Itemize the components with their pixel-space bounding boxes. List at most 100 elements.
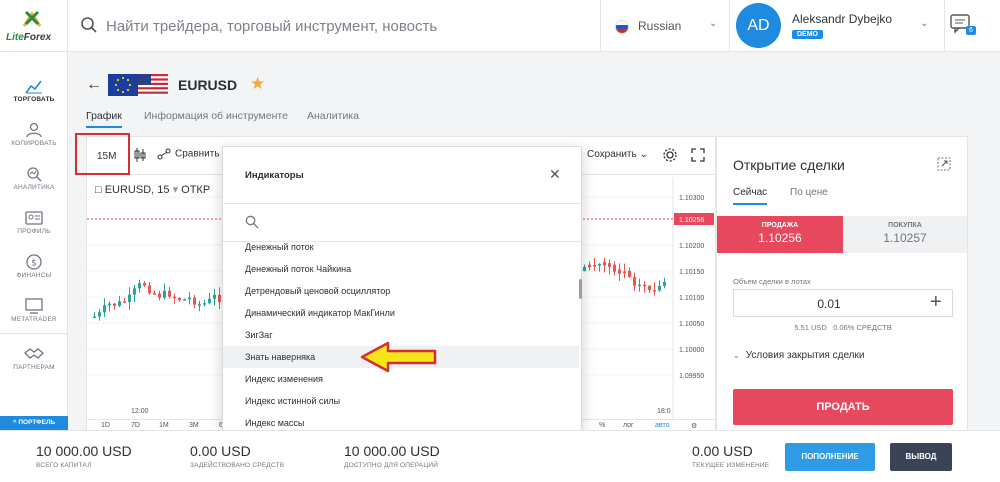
notification-count-badge: 6 [966,26,976,35]
range-3m[interactable]: 3M [189,422,199,429]
candle-body [598,264,601,266]
favorite-star-icon[interactable]: ★ [250,74,265,94]
candle-body [158,293,161,298]
candle-body [123,301,126,303]
search-bar[interactable] [80,14,600,38]
sidebar-item-finance[interactable]: $ ФИНАНСЫ [0,254,68,294]
search-icon[interactable] [245,215,259,229]
save-button[interactable]: Сохранить ⌄ [587,149,648,160]
back-arrow-icon[interactable]: ← [86,76,102,94]
price-tick-label: 1.10000 [679,347,704,354]
sidebar-divider [0,333,68,334]
sell-button[interactable]: ПРОДАТЬ [733,389,953,425]
indicator-list: Денежный поток Денежный поток Чайкина Де… [223,242,581,432]
range-7d[interactable]: 7D [131,422,140,429]
popout-icon[interactable] [937,157,951,171]
candle-body [178,298,181,301]
volume-label: Объем сделки в лотах [733,277,811,286]
log-toggle[interactable]: лог [623,422,634,429]
available-funds-stat: 10 000.00 USD ДОСТУПНО ДЛЯ ОПЕРАЦИЙ [344,443,440,469]
total-capital-stat: 10 000.00 USD ВСЕГО КАПИТАЛ [36,443,132,469]
sidebar-item-partners[interactable]: ПАРТНЕРАМ [0,346,68,386]
range-1m[interactable]: 1M [159,422,169,429]
volume-input[interactable]: 0.01 + [733,289,953,317]
candle-body [148,285,151,294]
order-panel: Открытие сделки Сейчас По цене ПРОДАЖА 1… [716,136,968,432]
list-item[interactable]: Динамический индикатор МакГинли [223,302,579,324]
candle-body [663,281,666,286]
candle-body [618,269,621,274]
dollar-icon: $ [26,254,42,270]
sidebar-item-label: КОПИРОВАТЬ [11,140,57,147]
withdraw-button[interactable]: ВЫВОД [890,443,952,471]
svg-text:$: $ [31,259,37,269]
candle-body [103,305,106,313]
time-tick-label: 12:00 [131,408,149,415]
chart-settings-icon[interactable]: ⚙ [691,422,697,430]
sell-price-button[interactable]: ПРОДАЖА 1.10256 [717,216,843,253]
buy-price-button[interactable]: ПОКУПКА 1.10257 [843,216,967,253]
price-tick-label: 1.10050 [679,321,704,328]
candle-body [188,297,191,300]
candle-body [653,290,656,292]
candle-body [583,266,586,272]
percent-toggle[interactable]: % [599,422,605,429]
close-conditions-toggle[interactable]: ⌄ Условия закрытия сделки [733,350,864,361]
logo[interactable]: LiteForex [0,0,68,52]
sidebar-item-copy[interactable]: КОПИРОВАТЬ [0,122,68,162]
candle-body [128,294,131,303]
candle-body [118,301,121,306]
sidebar-item-metatrader[interactable]: METATRADER [0,298,68,338]
tab-analytics[interactable]: Аналитика [307,110,359,122]
handshake-icon [24,348,44,359]
compare-button[interactable]: Сравнить [157,148,220,160]
candles-icon[interactable] [133,147,147,163]
candle-body [173,296,176,299]
portfolio-toggle[interactable]: ^ ПОРТФЕЛЬ [0,416,68,430]
indicators-modal: Индикаторы ✕ Денежный поток Денежный пот… [222,146,582,432]
user-menu[interactable]: AD Aleksandr Dybejko DEMO ⌄ [730,0,945,52]
candle-body [643,284,646,287]
top-bar: LiteForex Russian ⌄ AD Aleksandr Dybejko… [0,0,1000,52]
tab-instrument-info[interactable]: Информация об инструменте [144,110,288,122]
scrollbar[interactable] [579,279,582,299]
notifications-button[interactable]: 6 [950,14,980,40]
candle-body [108,303,111,306]
chevron-down-icon: ⌄ [709,18,718,29]
used-funds-stat: 0.00 USD ЗАДЕЙСТВОВАНО СРЕДСТВ [190,443,285,469]
buy-price: 1.10257 [883,231,927,245]
instrument-symbol: EURUSD [178,77,238,93]
search-input[interactable] [106,14,586,38]
list-item[interactable]: Денежный поток Чайкина [223,258,579,280]
sidebar-item-profile[interactable]: ПРОФИЛЬ [0,210,68,250]
list-item[interactable]: Детрендовый ценовой осциллятор [223,280,579,302]
deposit-button[interactable]: ПОПОЛНЕНИЕ [785,443,875,471]
plus-icon[interactable]: + [930,291,942,314]
tab-now[interactable]: Сейчас [733,187,768,205]
candle-body [608,263,611,267]
candle-body [168,290,171,297]
auto-toggle[interactable]: авто [655,422,669,429]
candle-body [98,312,101,317]
order-title: Открытие сделки [733,157,845,173]
list-item[interactable]: Индекс истинной силы [223,390,579,412]
candle-body [198,304,201,306]
sidebar-item-analytics[interactable]: АНАЛИТИКА [0,166,68,206]
candle-body [218,294,221,303]
sidebar-item-trade[interactable]: ТОРГОВАТЬ [0,78,68,118]
list-item[interactable]: Индекс массы [223,412,579,432]
tab-chart[interactable]: График [86,110,122,128]
tab-by-price[interactable]: По цене [790,187,828,198]
fullscreen-icon[interactable] [691,148,705,162]
list-item[interactable]: Денежный поток [223,242,579,258]
close-icon[interactable]: ✕ [549,166,561,183]
volume-value: 0.01 [817,297,841,311]
range-1d[interactable]: 1D [101,422,110,429]
language-selector[interactable]: Russian ⌄ [600,0,730,52]
gear-icon[interactable] [662,147,678,163]
current-change-stat: 0.00 USD ТЕКУЩЕЕ ИЗМЕНЕНИЕ [692,443,770,469]
candle-body [648,285,651,291]
chart-icon [25,80,42,94]
sidebar-item-label: ПАРТНЕРАМ [13,364,55,371]
candle-body [633,277,636,286]
